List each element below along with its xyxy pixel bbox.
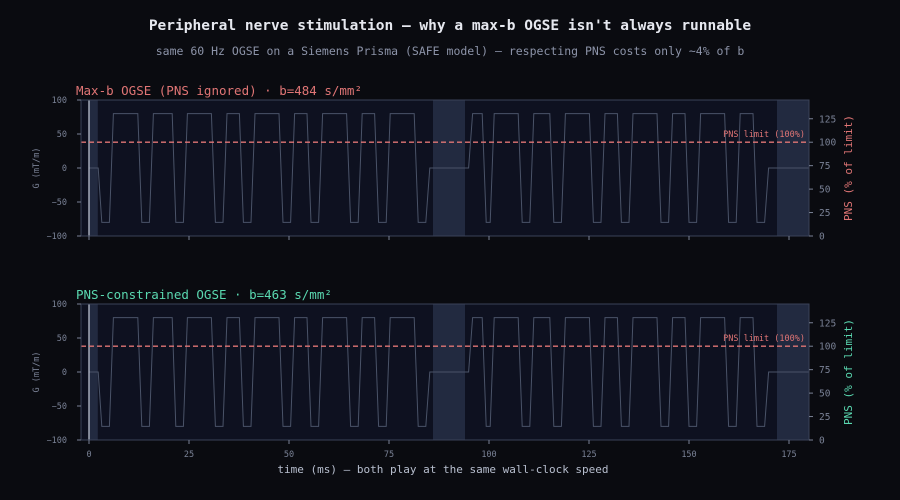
- y2-tick-label: 125: [819, 318, 836, 329]
- panel-title: PNS-constrained OGSE · b=463 s/mm²: [76, 287, 332, 302]
- y2-tick-label: 50: [819, 185, 831, 196]
- y-tick-label: −50: [52, 198, 67, 208]
- y2-tick-label: 100: [819, 138, 836, 149]
- x-tick-label: 100: [481, 450, 496, 460]
- y2-tick-label: 0: [819, 436, 825, 447]
- figure: Peripheral nerve stimulation — why a max…: [32, 18, 855, 476]
- y2-axis-label: PNS (% of limit): [842, 115, 855, 221]
- x-tick-label: 75: [384, 450, 394, 460]
- y-tick-label: −100: [47, 232, 67, 242]
- pns-limit-label: PNS limit (100%): [723, 130, 805, 140]
- y2-tick-label: 0: [819, 232, 825, 243]
- x-tick-label: 50: [284, 450, 294, 460]
- y-tick-label: 100: [52, 96, 67, 106]
- y2-tick-label: 50: [819, 389, 831, 400]
- y-axis-label: G (mT/m): [32, 148, 42, 189]
- y-tick-label: −100: [47, 436, 67, 446]
- x-tick-label: 125: [581, 450, 596, 460]
- panel-title: Max-b OGSE (PNS ignored) · b=484 s/mm²: [76, 83, 362, 98]
- y-tick-label: 100: [52, 300, 67, 310]
- y-tick-label: 50: [57, 334, 67, 344]
- pns-limit-label: PNS limit (100%): [723, 334, 805, 344]
- figure-title: Peripheral nerve stimulation — why a max…: [149, 18, 752, 34]
- y-axis-label: G (mT/m): [32, 352, 42, 393]
- figure-subtitle: same 60 Hz OGSE on a Siemens Prisma (SAF…: [156, 44, 745, 58]
- x-tick-label: 175: [781, 450, 796, 460]
- y2-tick-label: 25: [819, 208, 830, 219]
- y2-tick-label: 100: [819, 342, 836, 353]
- y2-axis-label: PNS (% of limit): [842, 319, 855, 425]
- y2-tick-label: 25: [819, 412, 830, 423]
- x-axis-label: time (ms) — both play at the same wall-c…: [277, 463, 608, 476]
- panel-maxb: PNS limit (100%) −100 −50 0 50 100 0 25 50 75 100 1…: [32, 83, 855, 243]
- y-tick-label: −50: [52, 402, 67, 412]
- y2-tick-label: 75: [819, 365, 830, 376]
- y2-tick-label: 125: [819, 114, 836, 125]
- y-tick-label: 50: [57, 130, 67, 140]
- y-tick-label: 0: [62, 164, 67, 174]
- x-tick-label: 0: [86, 450, 91, 460]
- y2-tick-label: 75: [819, 161, 830, 172]
- x-tick-label: 25: [184, 450, 194, 460]
- x-tick-label: 150: [681, 450, 696, 460]
- y-tick-label: 0: [62, 368, 67, 378]
- panel-pns-constrained: PNS limit (100%) −100 −50 0 50 100 0 25 50 75 100 1…: [32, 287, 855, 460]
